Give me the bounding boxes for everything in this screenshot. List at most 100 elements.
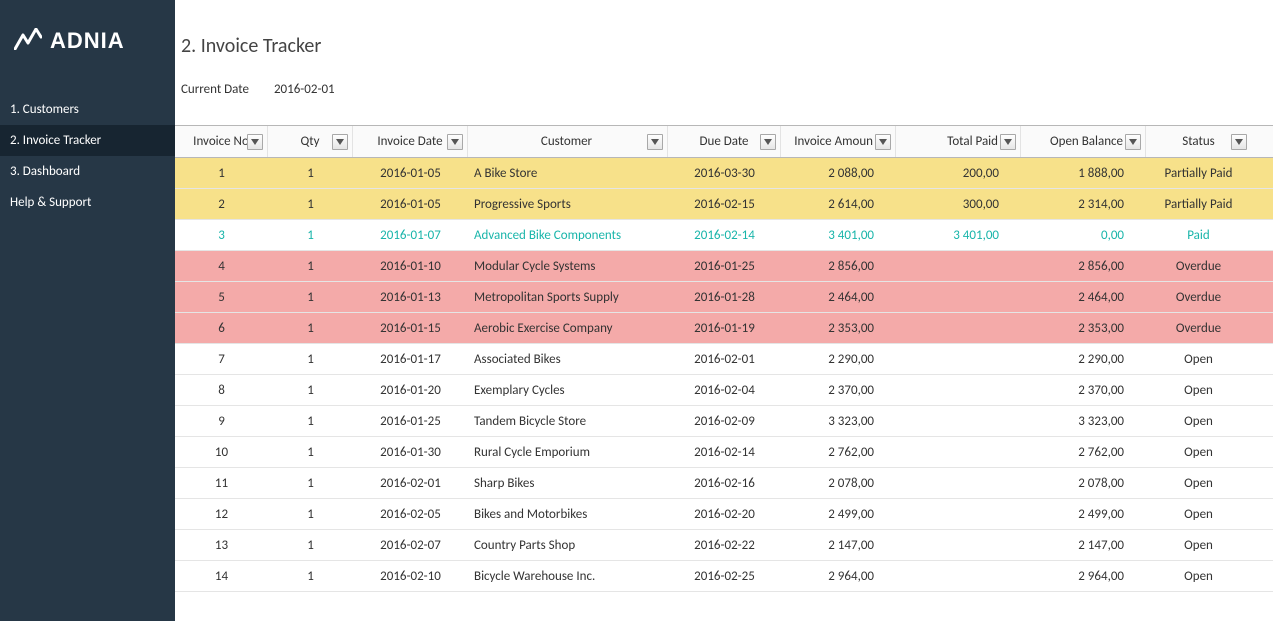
page-title: 2. Invoice Tracker <box>175 0 1273 82</box>
cell-inv_date: 2016-02-10 <box>353 569 468 584</box>
sidebar-item[interactable]: 3. Dashboard <box>0 156 175 187</box>
cell-inv_date: 2016-01-07 <box>353 228 468 243</box>
table-row[interactable]: 712016-01-17Associated Bikes2016-02-012 … <box>175 344 1273 375</box>
table-row[interactable]: 1212016-02-05Bikes and Motorbikes2016-02… <box>175 499 1273 530</box>
cell-status: Partially Paid <box>1146 166 1251 181</box>
table-row[interactable]: 412016-01-10Modular Cycle Systems2016-01… <box>175 251 1273 282</box>
cell-due_date: 2016-02-22 <box>668 538 781 553</box>
column-header-label: Due Date <box>699 134 748 149</box>
main-area: 2. Invoice Tracker Current Date 2016-02-… <box>175 0 1273 621</box>
cell-customer: Bikes and Motorbikes <box>468 507 668 522</box>
filter-dropdown-icon[interactable] <box>760 134 776 150</box>
logo-icon <box>14 28 42 54</box>
cell-no: 3 <box>175 228 268 243</box>
nav-list: 1. Customers2. Invoice Tracker3. Dashboa… <box>0 94 175 218</box>
column-header-label: Status <box>1182 134 1215 149</box>
column-header-label: Invoice Amoun <box>794 134 873 149</box>
app-frame: ADNIA 1. Customers2. Invoice Tracker3. D… <box>0 0 1273 621</box>
filter-dropdown-icon[interactable] <box>1125 134 1141 150</box>
cell-status: Open <box>1146 538 1251 553</box>
cell-inv_date: 2016-01-30 <box>353 445 468 460</box>
cell-no: 10 <box>175 445 268 460</box>
table-row[interactable]: 112016-01-05A Bike Store2016-03-302 088,… <box>175 158 1273 189</box>
filter-dropdown-icon[interactable] <box>247 134 263 150</box>
cell-due_date: 2016-01-19 <box>668 321 781 336</box>
cell-inv_date: 2016-02-05 <box>353 507 468 522</box>
table-row[interactable]: 612016-01-15Aerobic Exercise Company2016… <box>175 313 1273 344</box>
cell-status: Overdue <box>1146 321 1251 336</box>
sidebar-item[interactable]: 2. Invoice Tracker <box>0 125 175 156</box>
cell-balance: 3 323,00 <box>1021 414 1146 429</box>
cell-qty: 1 <box>268 383 353 398</box>
cell-customer: Modular Cycle Systems <box>468 259 668 274</box>
cell-qty: 1 <box>268 197 353 212</box>
filter-dropdown-icon[interactable] <box>1231 134 1247 150</box>
cell-inv_date: 2016-02-07 <box>353 538 468 553</box>
cell-qty: 1 <box>268 290 353 305</box>
cell-due_date: 2016-02-04 <box>668 383 781 398</box>
column-header-label: Total Paid <box>947 134 998 149</box>
table-row[interactable]: 1012016-01-30Rural Cycle Emporium2016-02… <box>175 437 1273 468</box>
cell-status: Overdue <box>1146 290 1251 305</box>
filter-dropdown-icon[interactable] <box>647 134 663 150</box>
cell-balance: 2 499,00 <box>1021 507 1146 522</box>
cell-due_date: 2016-02-14 <box>668 445 781 460</box>
cell-qty: 1 <box>268 476 353 491</box>
cell-customer: Aerobic Exercise Company <box>468 321 668 336</box>
cell-amount: 3 401,00 <box>781 228 896 243</box>
column-header-no: Invoice No <box>175 126 268 157</box>
filter-dropdown-icon[interactable] <box>875 134 891 150</box>
cell-no: 14 <box>175 569 268 584</box>
sidebar-item[interactable]: Help & Support <box>0 187 175 218</box>
cell-qty: 1 <box>268 352 353 367</box>
cell-status: Open <box>1146 507 1251 522</box>
cell-customer: A Bike Store <box>468 166 668 181</box>
table-row[interactable]: 212016-01-05Progressive Sports2016-02-15… <box>175 189 1273 220</box>
cell-due_date: 2016-03-30 <box>668 166 781 181</box>
cell-balance: 2 964,00 <box>1021 569 1146 584</box>
cell-qty: 1 <box>268 538 353 553</box>
cell-due_date: 2016-01-25 <box>668 259 781 274</box>
cell-customer: Exemplary Cycles <box>468 383 668 398</box>
cell-status: Open <box>1146 476 1251 491</box>
cell-no: 9 <box>175 414 268 429</box>
cell-due_date: 2016-02-14 <box>668 228 781 243</box>
cell-balance: 2 370,00 <box>1021 383 1146 398</box>
cell-qty: 1 <box>268 228 353 243</box>
cell-amount: 2 762,00 <box>781 445 896 460</box>
cell-inv_date: 2016-01-17 <box>353 352 468 367</box>
cell-paid: 300,00 <box>896 197 1021 212</box>
cell-balance: 2 078,00 <box>1021 476 1146 491</box>
sidebar: ADNIA 1. Customers2. Invoice Tracker3. D… <box>0 0 175 621</box>
cell-status: Overdue <box>1146 259 1251 274</box>
cell-due_date: 2016-02-25 <box>668 569 781 584</box>
cell-customer: Metropolitan Sports Supply <box>468 290 668 305</box>
filter-dropdown-icon[interactable] <box>332 134 348 150</box>
table-row[interactable]: 1412016-02-10Bicycle Warehouse Inc.2016-… <box>175 561 1273 592</box>
cell-inv_date: 2016-01-05 <box>353 166 468 181</box>
table-row[interactable]: 1112016-02-01Sharp Bikes2016-02-162 078,… <box>175 468 1273 499</box>
column-header-label: Customer <box>541 134 592 149</box>
sidebar-item[interactable]: 1. Customers <box>0 94 175 125</box>
column-header-customer: Customer <box>468 126 668 157</box>
table-row[interactable]: 1312016-02-07Country Parts Shop2016-02-2… <box>175 530 1273 561</box>
cell-amount: 2 614,00 <box>781 197 896 212</box>
filter-dropdown-icon[interactable] <box>447 134 463 150</box>
cell-status: Open <box>1146 414 1251 429</box>
column-header-label: Invoice No <box>193 134 249 149</box>
cell-inv_date: 2016-01-05 <box>353 197 468 212</box>
cell-amount: 2 088,00 <box>781 166 896 181</box>
cell-amount: 2 964,00 <box>781 569 896 584</box>
table-row[interactable]: 512016-01-13Metropolitan Sports Supply20… <box>175 282 1273 313</box>
cell-balance: 2 314,00 <box>1021 197 1146 212</box>
cell-qty: 1 <box>268 259 353 274</box>
cell-amount: 2 290,00 <box>781 352 896 367</box>
table-row[interactable]: 812016-01-20Exemplary Cycles2016-02-042 … <box>175 375 1273 406</box>
table-row[interactable]: 912016-01-25Tandem Bicycle Store2016-02-… <box>175 406 1273 437</box>
cell-balance: 2 464,00 <box>1021 290 1146 305</box>
cell-balance: 2 856,00 <box>1021 259 1146 274</box>
cell-balance: 2 290,00 <box>1021 352 1146 367</box>
table-row[interactable]: 312016-01-07Advanced Bike Components2016… <box>175 220 1273 251</box>
filter-dropdown-icon[interactable] <box>1000 134 1016 150</box>
cell-qty: 1 <box>268 166 353 181</box>
